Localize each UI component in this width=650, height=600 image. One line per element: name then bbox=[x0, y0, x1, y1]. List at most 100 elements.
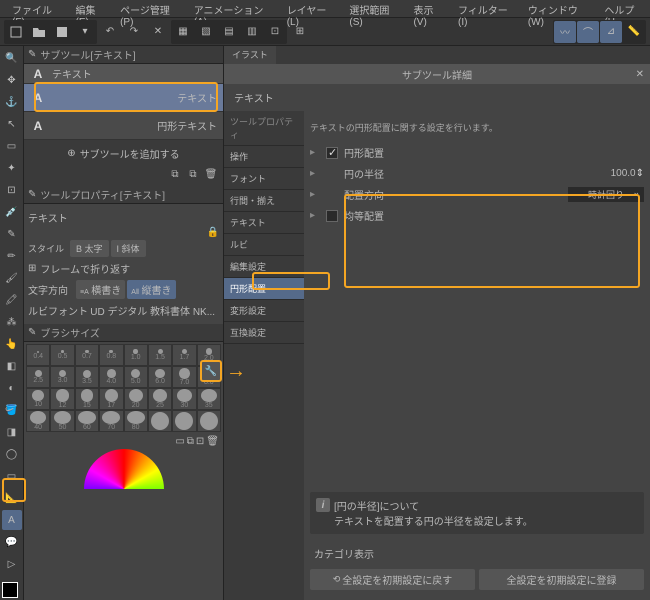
enkei-checkbox[interactable] bbox=[326, 147, 338, 159]
brush-size[interactable]: 30 bbox=[172, 388, 196, 410]
brush-size[interactable]: 25 bbox=[148, 388, 172, 410]
menu-anim[interactable]: アニメーション(A) bbox=[188, 0, 281, 17]
spray-icon[interactable]: ⁂ bbox=[2, 312, 22, 332]
wrench-icon[interactable]: 🔧 bbox=[202, 362, 220, 380]
cat-変形設定[interactable]: 変形設定 bbox=[224, 300, 304, 322]
snap-icon[interactable]: ⊞ bbox=[289, 21, 311, 43]
reset-button[interactable]: ⟲ 全設定を初期設定に戻す bbox=[310, 569, 475, 590]
brush-size[interactable]: 4.0 bbox=[99, 366, 123, 388]
brush-size[interactable]: 5.0 bbox=[124, 366, 148, 388]
save-icon[interactable] bbox=[51, 21, 73, 43]
menu-view[interactable]: 表示(V) bbox=[407, 0, 452, 17]
close-icon[interactable]: ✕ bbox=[636, 69, 644, 80]
direction-dropdown[interactable]: 時計回り bbox=[568, 187, 644, 202]
brush-trash-icon[interactable]: 🗑 bbox=[206, 436, 219, 447]
brush-size[interactable]: 3.5 bbox=[75, 366, 99, 388]
menu-window[interactable]: ウィンドウ(W) bbox=[522, 0, 599, 17]
tab-illust[interactable]: イラスト bbox=[224, 46, 276, 64]
curve1-icon[interactable]: 〰 bbox=[554, 21, 576, 43]
fill-icon[interactable]: 🪣 bbox=[2, 400, 22, 420]
tate-button[interactable]: A⦀ 縦書き bbox=[127, 280, 175, 299]
menu-help[interactable]: ヘルプ(H bbox=[598, 0, 650, 17]
cat-ルビ[interactable]: ルビ bbox=[224, 234, 304, 256]
cat-互換設定[interactable]: 互換設定 bbox=[224, 322, 304, 344]
brush-opt2-icon[interactable]: ⧉ bbox=[187, 436, 194, 447]
brush-size[interactable]: 10 bbox=[26, 388, 50, 410]
menu-file[interactable]: ファイル(F) bbox=[6, 0, 70, 17]
pencil-icon[interactable]: ✏ bbox=[2, 246, 22, 266]
plus-icon[interactable]: ⊞ bbox=[28, 263, 36, 274]
brush-size[interactable]: 2.5 bbox=[26, 366, 50, 388]
brush-size[interactable]: 0.8 bbox=[99, 344, 123, 366]
grid2-icon[interactable]: ▧ bbox=[195, 21, 217, 43]
grid4-icon[interactable]: ▥ bbox=[241, 21, 263, 43]
brush-size[interactable]: 15 bbox=[75, 388, 99, 410]
balloon-icon[interactable]: 💬 bbox=[2, 532, 22, 552]
ruler-icon[interactable]: 📏 bbox=[623, 21, 645, 43]
brush-size[interactable] bbox=[148, 410, 172, 432]
bold-button[interactable]: B 太字 bbox=[70, 240, 109, 257]
brush-size[interactable]: 1.0 bbox=[124, 344, 148, 366]
copy2-icon[interactable]: ⧉ bbox=[185, 166, 201, 182]
blend-icon[interactable]: ◐ bbox=[2, 378, 22, 398]
copy-icon[interactable]: ⧉ bbox=[167, 166, 183, 182]
redo-icon[interactable]: ↷ bbox=[123, 21, 145, 43]
radius-value[interactable]: 100.0⇕ bbox=[611, 168, 644, 179]
wand-icon[interactable]: ✦ bbox=[2, 158, 22, 178]
gradient-icon[interactable]: ◨ bbox=[2, 422, 22, 442]
cat-編集設定[interactable]: 編集設定 bbox=[224, 256, 304, 278]
brush-icon[interactable]: 🖌 bbox=[2, 268, 22, 288]
delete-icon[interactable]: ✕ bbox=[147, 21, 169, 43]
brush-size[interactable]: 7.0 bbox=[172, 366, 196, 388]
eraser-icon[interactable]: ◧ bbox=[2, 356, 22, 376]
cat-テキスト[interactable]: テキスト bbox=[224, 212, 304, 234]
even-checkbox[interactable] bbox=[326, 210, 338, 222]
brush-size[interactable]: 70 bbox=[99, 410, 123, 432]
brush-size[interactable]: 0.4 bbox=[26, 344, 50, 366]
move-icon[interactable]: ✥ bbox=[2, 70, 22, 90]
lock-icon[interactable]: 🔒 bbox=[207, 227, 219, 238]
marquee-icon[interactable]: ▭ bbox=[2, 136, 22, 156]
expand-icon[interactable]: ▸ bbox=[310, 147, 320, 158]
vector-icon[interactable]: ▷ bbox=[2, 554, 22, 574]
brush-size[interactable]: 40 bbox=[26, 410, 50, 432]
frame-icon[interactable]: ▭ bbox=[2, 466, 22, 486]
brush-size[interactable] bbox=[172, 410, 196, 432]
brush-size[interactable]: 12 bbox=[50, 388, 74, 410]
brush-size[interactable] bbox=[197, 410, 221, 432]
smudge-icon[interactable]: 👆 bbox=[2, 334, 22, 354]
anchor-icon[interactable]: ⚓ bbox=[2, 92, 22, 112]
curve3-icon[interactable]: ⊿ bbox=[600, 21, 622, 43]
register-button[interactable]: 全設定を初期設定に登録 bbox=[479, 569, 644, 590]
crop-icon[interactable]: ⊡ bbox=[2, 180, 22, 200]
grid1-icon[interactable]: ▦ bbox=[172, 21, 194, 43]
trash-icon[interactable]: 🗑 bbox=[203, 166, 219, 182]
brush-size[interactable]: 50 bbox=[50, 410, 74, 432]
menu-filter[interactable]: フィルター(I) bbox=[452, 0, 522, 17]
brush-size[interactable]: 0.5 bbox=[50, 344, 74, 366]
subtool-item-text[interactable]: A テキスト bbox=[24, 84, 223, 112]
color-wheel[interactable] bbox=[24, 449, 223, 489]
new-icon[interactable] bbox=[5, 21, 27, 43]
curve2-icon[interactable]: ⌒ bbox=[577, 21, 599, 43]
shape-icon[interactable]: ◯ bbox=[2, 444, 22, 464]
brush-size[interactable]: 1.5 bbox=[148, 344, 172, 366]
menu-layer[interactable]: レイヤー(L) bbox=[281, 0, 344, 17]
brush-size[interactable]: 6.0 bbox=[148, 366, 172, 388]
brush-size[interactable]: 3.0 bbox=[50, 366, 74, 388]
brush-size[interactable]: 20 bbox=[124, 388, 148, 410]
subtool-header[interactable]: A テキスト bbox=[24, 64, 223, 84]
brush-size[interactable]: 60 bbox=[75, 410, 99, 432]
fg-color-swatch[interactable] bbox=[2, 582, 18, 598]
brush-size[interactable]: 80 bbox=[124, 410, 148, 432]
cat-行間[interactable]: 行間・揃え bbox=[224, 190, 304, 212]
eyedropper-icon[interactable]: 💉 bbox=[2, 202, 22, 222]
menu-select[interactable]: 選択範囲(S) bbox=[343, 0, 407, 17]
subtool-item-circle-text[interactable]: A 円形テキスト bbox=[24, 112, 223, 140]
brush-size[interactable]: 17 bbox=[99, 388, 123, 410]
expand-icon[interactable]: ▸ bbox=[310, 189, 320, 200]
chevron-down-icon[interactable]: ▾ bbox=[74, 21, 96, 43]
italic-button[interactable]: I 斜体 bbox=[111, 240, 146, 257]
brush-size[interactable]: 0.7 bbox=[75, 344, 99, 366]
expand-icon[interactable]: ▸ bbox=[310, 210, 320, 221]
